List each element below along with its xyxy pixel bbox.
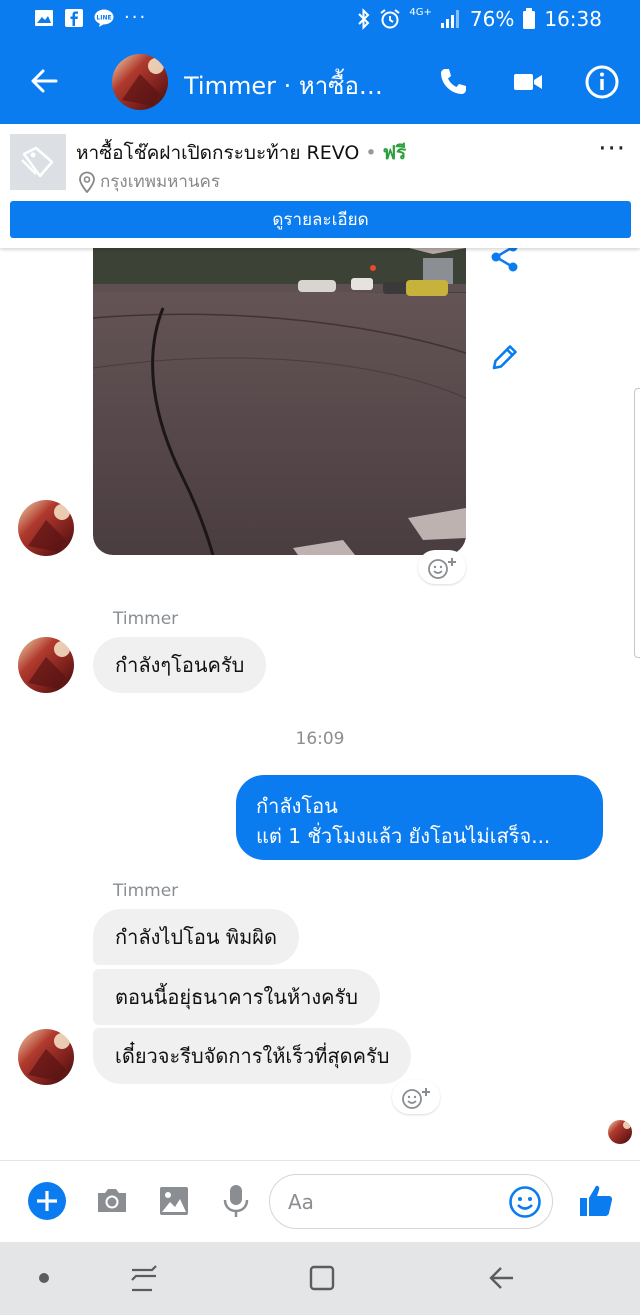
info-button[interactable] <box>582 62 622 102</box>
separator-dot: • <box>365 142 377 164</box>
home-dot-icon <box>39 1273 49 1283</box>
conversation-header: Timmer · หาซื้อโช๊คฝาเปิดกระบะท้าย REVO <box>0 38 640 124</box>
system-nav-bar <box>0 1242 640 1315</box>
battery-icon <box>523 8 536 29</box>
more-options-icon[interactable]: ··· <box>598 134 626 164</box>
listing-price: ฟรี <box>382 142 407 164</box>
recent-apps-icon <box>131 1265 157 1292</box>
incoming-message[interactable]: ตอนนี้อยุ่ธนาคารในห้างครับ <box>93 969 380 1025</box>
emoji-plus-icon <box>402 1088 430 1109</box>
network-type: 4G+ <box>409 7 432 18</box>
shared-photo[interactable] <box>93 248 466 555</box>
video-call-button[interactable] <box>508 62 548 102</box>
microphone-icon <box>223 1185 249 1217</box>
location-pin-icon <box>79 171 95 193</box>
battery-percent: 76% <box>469 7 515 31</box>
incoming-message[interactable]: เดี๋ยวจะรีบจัดการให้เร็วที่สุดครับ <box>93 1028 412 1084</box>
call-button[interactable] <box>433 62 473 102</box>
video-camera-icon <box>514 74 542 90</box>
message-input-container <box>269 1174 553 1229</box>
view-details-button[interactable]: ดูรายละเอียด <box>10 201 631 238</box>
avatar[interactable] <box>18 637 74 693</box>
bluetooth-icon <box>358 8 370 30</box>
incoming-message[interactable]: กำลังไปโอน พิมผิด <box>93 909 299 965</box>
emoji-plus-icon <box>428 558 456 579</box>
listing-location: กรุงเทพมหานคร <box>100 172 221 192</box>
camera-button[interactable] <box>92 1181 132 1221</box>
message-list[interactable]: Timmer กำลังๆโอนครับ 16:09 กำลังโอน แต่ … <box>0 248 640 1160</box>
share-icon[interactable] <box>488 248 522 274</box>
gallery-button[interactable] <box>154 1181 194 1221</box>
add-reaction-button[interactable] <box>392 1080 440 1114</box>
more-notifications-icon: ··· <box>124 7 148 28</box>
price-tag-icon <box>21 146 54 178</box>
line-icon: LINE <box>94 9 114 27</box>
listing-thumbnail[interactable] <box>10 134 66 190</box>
info-icon <box>585 65 619 99</box>
home-button[interactable] <box>302 1258 342 1298</box>
listing-title: หาซื้อโช๊คฝาเปิดกระบะท้าย REVO <box>76 142 360 164</box>
like-button[interactable] <box>576 1181 616 1221</box>
scrollbar[interactable] <box>634 388 640 658</box>
message-line: แต่ 1 ชั่วโมงแล้ว ยังโอนไม่เสร็จ... <box>256 824 551 848</box>
sender-name: Timmer <box>113 881 179 901</box>
alarm-icon <box>380 9 401 29</box>
listing-card: หาซื้อโช๊คฝาเปิดกระบะท้าย REVO • ฟรี กรุงเ… <box>0 124 640 248</box>
add-reaction-button[interactable] <box>418 550 466 584</box>
composer <box>0 1160 640 1242</box>
svg-text:LINE: LINE <box>96 15 111 22</box>
recent-apps-button[interactable] <box>124 1258 164 1298</box>
back-icon <box>489 1267 513 1289</box>
message-line: กำลังโอน <box>256 794 338 818</box>
conversation-title[interactable]: Timmer · หาซื้อโช๊คฝาเปิดกระบะท้าย REVO <box>184 66 394 105</box>
back-arrow-icon[interactable] <box>26 63 62 99</box>
avatar[interactable] <box>18 500 74 556</box>
image-icon <box>160 1187 188 1215</box>
thumbs-up-icon <box>580 1185 613 1216</box>
gallery-icon <box>35 10 53 26</box>
camera-icon <box>98 1189 126 1212</box>
avatar[interactable] <box>18 1029 74 1085</box>
facebook-icon <box>65 9 83 27</box>
voice-button[interactable] <box>216 1181 256 1221</box>
listing-location-row: กรุงเทพมหานคร <box>78 168 220 195</box>
clock: 16:38 <box>544 7 602 31</box>
outgoing-message[interactable]: กำลังโอน แต่ 1 ชั่วโมงแล้ว ยังโอนไม่เสร็… <box>236 775 603 860</box>
emoji-icon[interactable] <box>508 1185 542 1219</box>
listing-title-row[interactable]: หาซื้อโช๊คฝาเปิดกระบะท้าย REVO • ฟรี <box>76 138 406 168</box>
plus-button[interactable] <box>27 1181 67 1221</box>
sender-name: Timmer <box>113 609 179 629</box>
signal-icon <box>440 10 459 28</box>
nav-dot-button[interactable] <box>24 1258 64 1298</box>
back-button[interactable] <box>482 1258 522 1298</box>
status-bar: LINE ··· 4G+ 76% 16:38 <box>0 0 640 38</box>
timestamp: 16:09 <box>295 729 345 749</box>
incoming-message[interactable]: กำลังๆโอนครับ <box>93 637 267 693</box>
message-input[interactable] <box>288 1186 498 1218</box>
home-icon <box>309 1265 335 1291</box>
phone-icon <box>441 69 466 94</box>
plus-icon <box>28 1182 66 1220</box>
avatar[interactable] <box>112 54 168 110</box>
edit-pencil-icon[interactable] <box>488 340 522 374</box>
seen-avatar <box>608 1120 632 1144</box>
